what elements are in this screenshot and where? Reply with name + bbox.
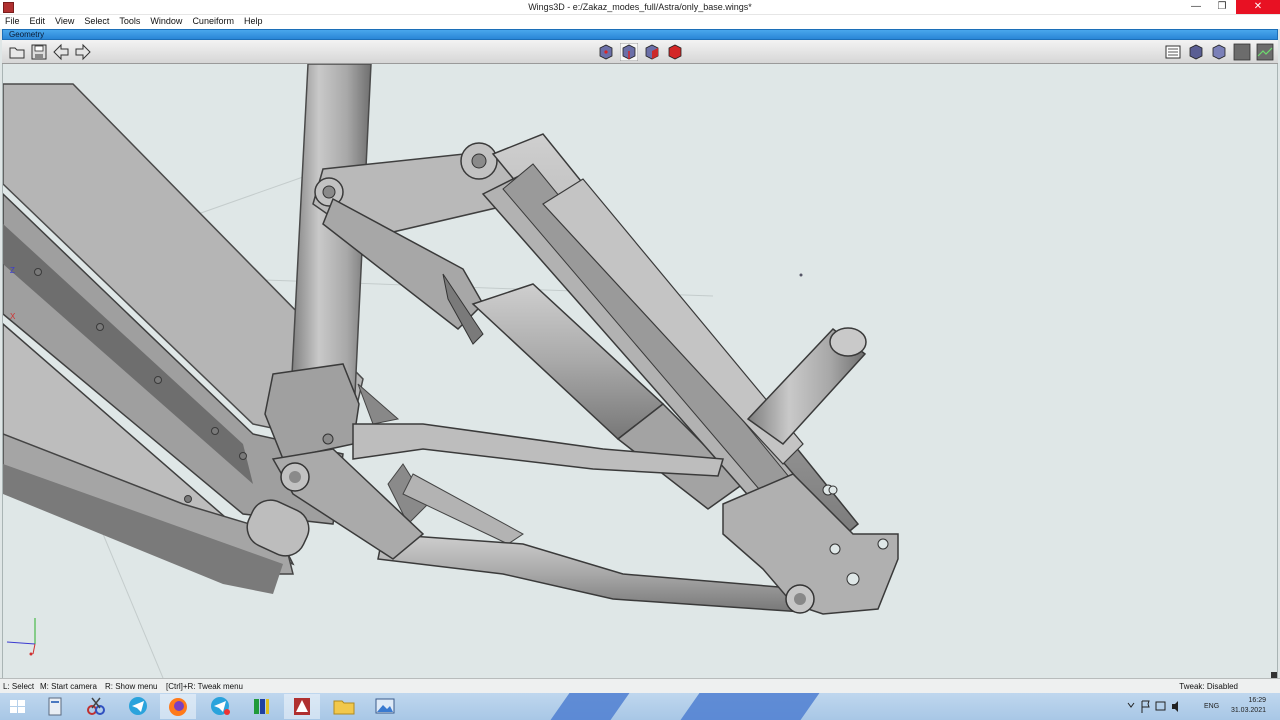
menu-help[interactable]: Help xyxy=(244,15,263,29)
status-bar: L: Select M: Start camera R: Show menu [… xyxy=(0,678,1280,693)
picture-icon[interactable] xyxy=(367,694,403,719)
menu-cuneiform[interactable]: Cuneiform xyxy=(192,15,234,29)
taskbar: ENG 16:29 31.03.2021 xyxy=(0,693,1280,720)
firefox-icon[interactable] xyxy=(160,694,196,719)
menu-tools[interactable]: Tools xyxy=(119,15,140,29)
telegram-icon[interactable] xyxy=(120,694,156,719)
axis-z-label: Z xyxy=(10,266,15,275)
body-mode-icon[interactable] xyxy=(666,43,684,61)
vertex-mode-icon[interactable] xyxy=(597,43,615,61)
menu-select[interactable]: Select xyxy=(84,15,109,29)
window-title: Wings3D - e:/Zakaz_modes_full/Astra/only… xyxy=(528,2,752,12)
close-button[interactable]: ✕ xyxy=(1236,0,1280,14)
wallpaper-stripe xyxy=(550,693,630,720)
windows-start-icon[interactable] xyxy=(0,694,36,719)
minimize-button[interactable]: — xyxy=(1184,0,1208,14)
folder-icon[interactable] xyxy=(326,694,362,719)
wings3d-icon[interactable] xyxy=(284,694,320,719)
smooth-shade-icon[interactable] xyxy=(1210,43,1228,61)
viewport-3d[interactable]: Z X xyxy=(2,64,1278,678)
workmode-icon[interactable] xyxy=(1164,43,1182,61)
edge-mode-icon[interactable] xyxy=(620,43,638,61)
axis-gizmo xyxy=(6,618,36,656)
geometry-panel-title: Geometry xyxy=(9,30,45,39)
clock-time: 16:29 xyxy=(1248,697,1266,704)
menu-file[interactable]: File xyxy=(5,15,20,29)
tray-icons[interactable] xyxy=(1122,693,1192,720)
undo-arrow-icon[interactable] xyxy=(52,43,70,61)
face-mode-icon[interactable] xyxy=(643,43,661,61)
language-indicator[interactable]: ENG xyxy=(1204,703,1219,720)
status-tweak-state: Tweak: Disabled xyxy=(1179,682,1238,691)
wallpaper-stripe xyxy=(680,693,820,720)
menu-window[interactable]: Window xyxy=(150,15,182,29)
perspective-icon[interactable] xyxy=(1256,43,1274,61)
menu-bar: File Edit View Select Tools Window Cunei… xyxy=(0,15,1280,29)
title-bar: Wings3D - e:/Zakaz_modes_full/Astra/only… xyxy=(0,0,1280,15)
clock-date: 31.03.2021 xyxy=(1230,707,1266,714)
menu-edit[interactable]: Edit xyxy=(30,15,46,29)
open-icon[interactable] xyxy=(8,43,26,61)
bike-frame-model xyxy=(3,64,899,678)
status-menu-hint: R: Show menu xyxy=(105,682,158,691)
toolbar xyxy=(2,40,1278,64)
wings3d-window: Wings3D - e:/Zakaz_modes_full/Astra/only… xyxy=(0,0,1280,720)
menu-view[interactable]: View xyxy=(55,15,74,29)
flat-shade-icon[interactable] xyxy=(1187,43,1205,61)
axis-x-label: X xyxy=(10,312,16,321)
file-icon[interactable] xyxy=(38,694,74,719)
status-tweak-menu-hint: [Ctrl]+R: Tweak menu xyxy=(166,682,243,691)
redo-arrow-icon[interactable] xyxy=(74,43,92,61)
geometry-panel-header[interactable]: Geometry xyxy=(2,29,1278,40)
clock[interactable]: 16:29 31.03.2021 xyxy=(1231,696,1266,716)
app-green-icon[interactable] xyxy=(243,694,279,719)
save-icon[interactable] xyxy=(30,43,48,61)
telegram-icon-2[interactable] xyxy=(202,694,238,719)
status-select-hint: L: Select xyxy=(3,682,35,691)
wireframe-icon[interactable] xyxy=(1233,43,1251,61)
scissors-icon[interactable] xyxy=(78,694,114,719)
status-camera-hint: M: Start camera xyxy=(40,682,97,691)
maximize-button[interactable]: ❐ xyxy=(1210,0,1234,14)
